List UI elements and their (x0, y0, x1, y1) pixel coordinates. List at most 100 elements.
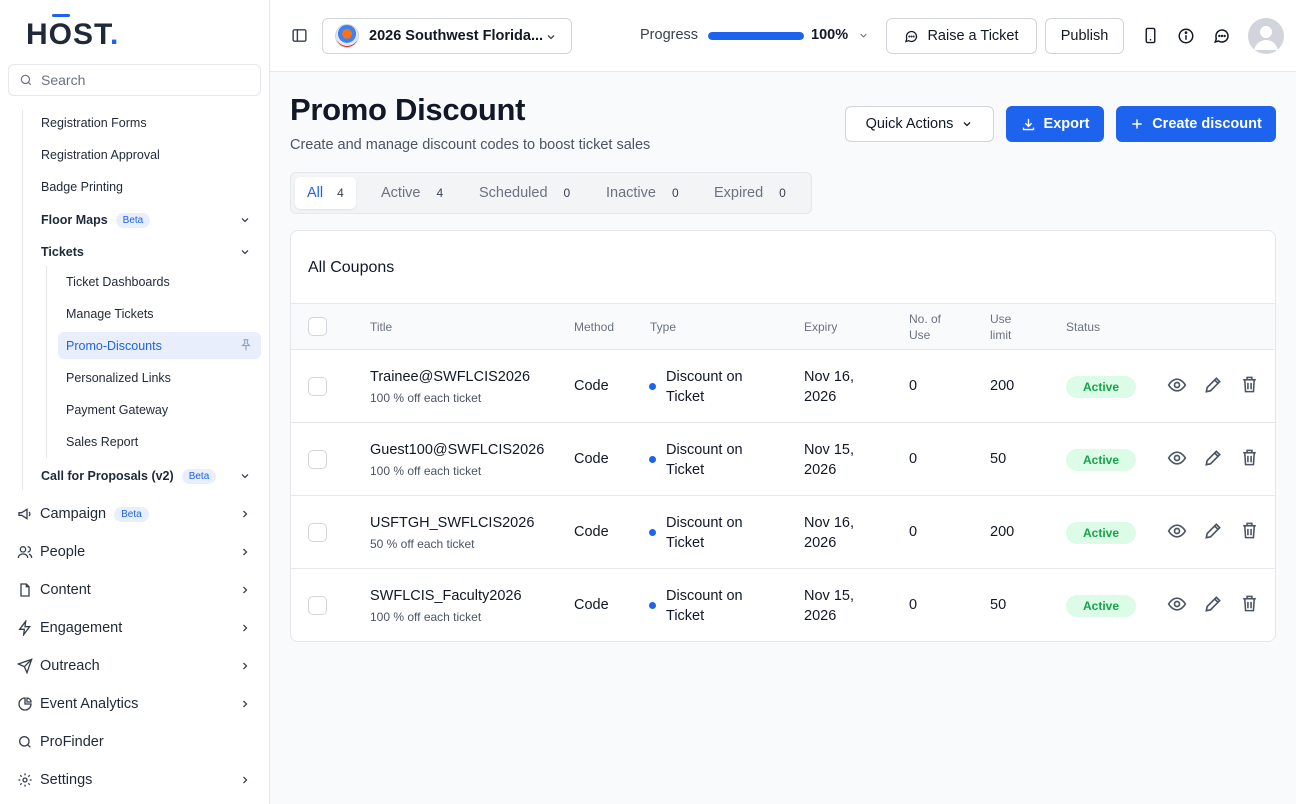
sidebar-group-floor-maps[interactable]: Floor Maps Beta (41, 210, 261, 230)
coupon-uses: 0 (909, 451, 918, 467)
sidebar-item-event-analytics[interactable]: Event Analytics (16, 692, 261, 716)
chevron-down-icon (241, 250, 249, 255)
tab-label: Active (381, 185, 421, 201)
chat-icon (905, 30, 918, 42)
column-header-use-limit: Use limit (990, 311, 1011, 343)
host-logo[interactable]: H OST. (26, 14, 119, 52)
chevron-down-icon (241, 218, 249, 223)
sidebar: HOST. Registration Forms Registration Ap… (0, 0, 270, 804)
tab-scheduled[interactable]: Scheduled 0 (467, 177, 582, 209)
tab-all[interactable]: All 4 (295, 177, 356, 209)
sidebar-item-label: Settings (40, 772, 93, 788)
pencil-icon[interactable] (1203, 594, 1223, 619)
coupons-card: All Coupons Title Method Type Expiry No.… (290, 230, 1276, 642)
pencil-icon[interactable] (1203, 375, 1223, 400)
chevron-right-icon (243, 776, 248, 784)
beta-badge: Beta (181, 468, 217, 484)
table-row[interactable]: Guest100@SWFLCIS2026 100 % off each ticke… (291, 423, 1275, 496)
tab-count: 0 (563, 186, 571, 200)
sidebar-toggle-icon[interactable] (291, 27, 308, 44)
sidebar-item-profinder[interactable]: ProFinder (16, 730, 261, 754)
search-input[interactable] (41, 72, 241, 88)
sidebar-item-promo-discounts[interactable]: Promo-Discounts (58, 332, 261, 359)
sidebar-item-label: ProFinder (40, 734, 104, 750)
gear-icon (18, 773, 32, 787)
sidebar-item-engagement[interactable]: Engagement (16, 616, 261, 640)
eye-icon[interactable] (1167, 375, 1187, 400)
info-icon[interactable] (1177, 27, 1195, 45)
export-button[interactable]: Export (1006, 106, 1104, 142)
header-line: Use (909, 328, 931, 342)
beta-badge: Beta (114, 506, 149, 522)
tab-expired[interactable]: Expired 0 (702, 177, 798, 209)
coupon-use-limit: 200 (990, 524, 1015, 540)
coupon-method: Code (574, 597, 609, 613)
sidebar-item-content[interactable]: Content (16, 578, 261, 602)
sidebar-item-campaign[interactable]: Campaign Beta (16, 502, 261, 526)
pencil-icon[interactable] (1203, 521, 1223, 546)
row-checkbox[interactable] (308, 377, 327, 396)
sidebar-group-call-for-proposals[interactable]: Call for Proposals (v2) Beta (41, 466, 261, 486)
quick-actions-button[interactable]: Quick Actions (845, 106, 994, 142)
eye-icon[interactable] (1167, 448, 1187, 473)
sidebar-item-manage-tickets[interactable]: Manage Tickets (58, 300, 261, 327)
sidebar-item-outreach[interactable]: Outreach (16, 654, 261, 678)
sidebar-item-ticket-dashboards[interactable]: Ticket Dashboards (58, 268, 261, 295)
row-checkbox[interactable] (308, 596, 327, 615)
raise-ticket-label: Raise a Ticket (927, 28, 1019, 44)
publish-button[interactable]: Publish (1045, 18, 1124, 54)
coupon-type: Discount on Ticket (666, 588, 743, 624)
coupon-expiry: Nov 16, 2026 (804, 515, 854, 551)
chevron-down-icon (241, 474, 249, 479)
tab-inactive[interactable]: Inactive 0 (594, 177, 691, 209)
row-checkbox[interactable] (308, 450, 327, 469)
select-all-checkbox[interactable] (308, 317, 327, 336)
coupon-title: SWFLCIS_Faculty2026 (370, 588, 522, 604)
table-row[interactable]: Trainee@SWFLCIS2026 100 % off each ticket… (291, 350, 1275, 423)
trash-icon[interactable] (1240, 521, 1259, 545)
sidebar-group-label: Tickets (41, 245, 84, 259)
sidebar-item-badge-printing[interactable]: Badge Printing (41, 180, 123, 194)
sidebar-item-registration-approval[interactable]: Registration Approval (41, 148, 160, 162)
sidebar-group-tickets[interactable]: Tickets (41, 242, 261, 262)
chevron-down-icon[interactable] (858, 30, 869, 41)
pie-chart-icon (18, 697, 32, 711)
raise-ticket-button[interactable]: Raise a Ticket (886, 18, 1037, 54)
coupon-uses: 0 (909, 378, 918, 394)
progress-label: Progress (640, 27, 699, 43)
event-selector[interactable]: 2026 Southwest Florida... (322, 18, 572, 54)
header-line: limit (990, 328, 1012, 342)
sidebar-item-registration-forms[interactable]: Registration Forms (41, 116, 147, 130)
search-box[interactable] (8, 64, 261, 96)
sidebar-item-settings[interactable]: Settings (16, 768, 261, 792)
sidebar-item-label: Promo-Discounts (66, 338, 162, 353)
create-discount-button[interactable]: Create discount (1116, 106, 1276, 142)
coupon-expiry: Nov 15, 2026 (804, 442, 854, 478)
sidebar-item-personalized-links[interactable]: Personalized Links (58, 364, 261, 391)
trash-icon[interactable] (1240, 448, 1259, 472)
mobile-icon[interactable] (1142, 27, 1159, 44)
tab-active[interactable]: Active 4 (369, 177, 455, 209)
coupon-use-limit: 200 (990, 378, 1015, 394)
sidebar-item-label: Event Analytics (40, 696, 139, 712)
coupon-description: 100 % off each ticket (370, 464, 482, 478)
trash-icon[interactable] (1240, 375, 1259, 399)
sidebar-item-people[interactable]: People (16, 540, 261, 564)
table-row[interactable]: USFTGH_SWFLCIS2026 50 % off each ticket Co… (291, 496, 1275, 569)
eye-icon[interactable] (1167, 521, 1187, 546)
tab-label: All (307, 185, 324, 201)
sidebar-item-payment-gateway[interactable]: Payment Gateway (58, 396, 261, 423)
trash-icon[interactable] (1240, 594, 1259, 618)
eye-icon[interactable] (1167, 594, 1187, 619)
pencil-icon[interactable] (1203, 448, 1223, 473)
sidebar-item-label: Campaign (40, 506, 107, 522)
sidebar-item-sales-report[interactable]: Sales Report (58, 428, 261, 455)
avatar[interactable] (1248, 18, 1284, 54)
table-row[interactable]: SWFLCIS_Faculty2026 100 % off each ticket… (291, 569, 1275, 641)
chat-icon[interactable] (1213, 27, 1231, 45)
coupon-title: Trainee@SWFLCIS2026 (370, 369, 531, 385)
pin-icon[interactable] (239, 338, 253, 352)
sidebar-item-label: Engagement (40, 620, 123, 636)
row-checkbox[interactable] (308, 523, 327, 542)
chevron-down-icon (547, 35, 555, 40)
